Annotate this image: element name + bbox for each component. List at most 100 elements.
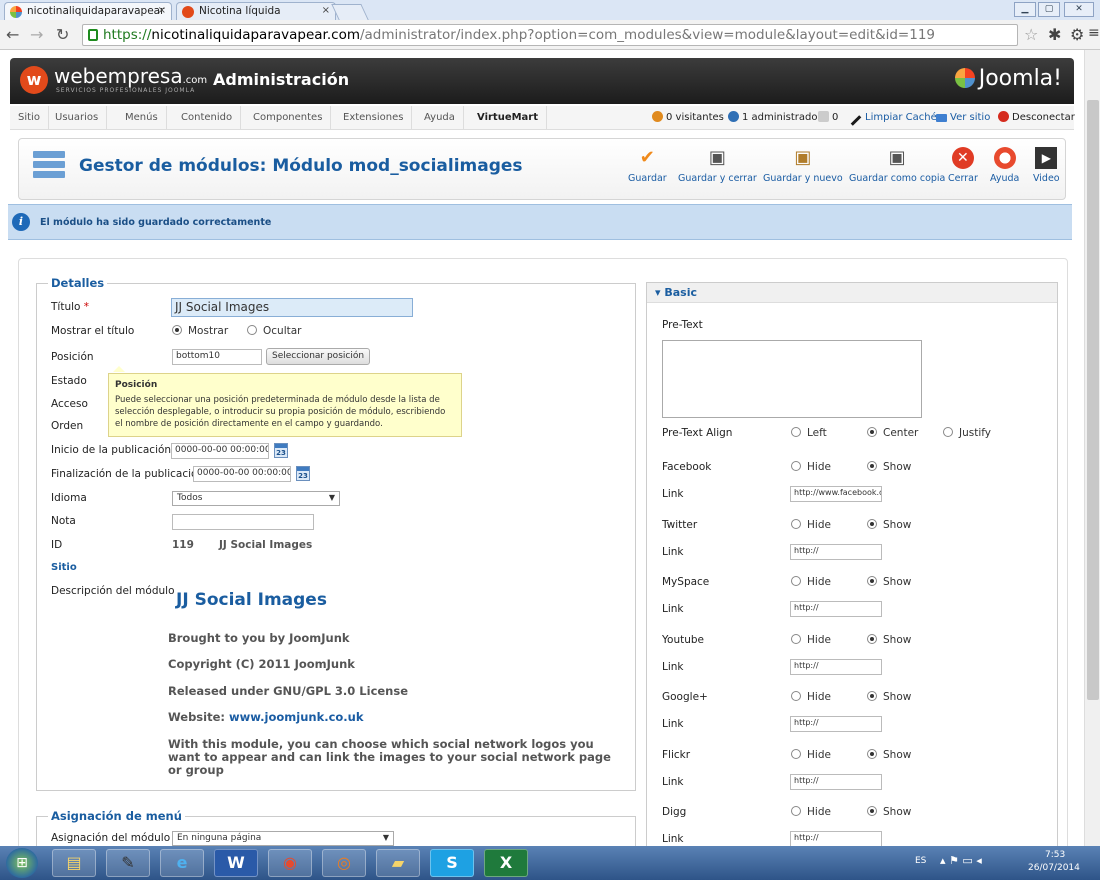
tray-icons[interactable]: ▴ ⚑ ▭ ◂ xyxy=(940,854,982,867)
menu-item-sitio[interactable]: Sitio xyxy=(10,106,49,130)
clock-time[interactable]: 7:53 xyxy=(1045,850,1065,860)
network-show-radio[interactable]: Show xyxy=(867,576,911,588)
calendar-icon[interactable]: 23 xyxy=(274,443,288,458)
hide-title-radio[interactable]: Ocultar xyxy=(247,325,301,337)
logout-link[interactable]: Desconectar xyxy=(998,106,1075,130)
start-button[interactable]: ⊞ xyxy=(6,848,38,878)
address-bar[interactable]: https://nicotinaliquidaparavapear.com/ad… xyxy=(82,24,1018,46)
network-show-radio[interactable]: Show xyxy=(867,461,911,473)
tab-close-icon[interactable]: × xyxy=(158,5,166,16)
video-button[interactable]: ▶ Video xyxy=(1033,147,1060,184)
title-input[interactable]: JJ Social Images xyxy=(171,298,413,317)
align-left-radio[interactable]: Left xyxy=(791,427,827,439)
url-scheme: https:// xyxy=(103,27,152,43)
skype-icon[interactable]: S xyxy=(430,849,474,877)
excel-icon[interactable]: X xyxy=(484,849,528,877)
extension-icon[interactable]: ✱ xyxy=(1048,25,1061,44)
language-select[interactable]: Todos xyxy=(172,491,340,506)
firefox-icon[interactable]: ◎ xyxy=(322,849,366,877)
align-center-radio[interactable]: Center xyxy=(867,427,918,439)
network-link-input[interactable]: http:// xyxy=(790,544,882,560)
note-input[interactable] xyxy=(172,514,314,530)
network-hide-radio[interactable]: Hide xyxy=(791,519,831,531)
network-show-radio[interactable]: Show xyxy=(867,749,911,761)
menu-item-componentes[interactable]: Componentes xyxy=(245,106,332,130)
close-window-button[interactable]: ✕ xyxy=(1064,2,1094,17)
minimize-button[interactable]: ▁ xyxy=(1014,2,1036,17)
menu-item-contenido[interactable]: Contenido xyxy=(173,106,242,130)
network-hide-radio[interactable]: Hide xyxy=(791,461,831,473)
forward-icon[interactable]: → xyxy=(30,25,43,44)
back-icon[interactable]: ← xyxy=(6,25,19,44)
network-link-input[interactable]: http:// xyxy=(790,601,882,617)
close-label: Cerrar xyxy=(948,173,978,184)
clear-cache-link[interactable]: Limpiar Caché xyxy=(850,106,937,130)
publish-up-label: Inicio de la publicación xyxy=(51,444,172,456)
show-title-radio[interactable]: Mostrar xyxy=(172,325,228,337)
save-copy-button[interactable]: ▣ Guardar como copia xyxy=(849,147,945,184)
network-show-radio[interactable]: Show xyxy=(867,806,911,818)
description-line: Copyright (C) 2011 JoomJunk xyxy=(168,657,355,671)
tab-close-icon[interactable]: × xyxy=(322,5,330,16)
network-link-input[interactable]: http:// xyxy=(790,716,882,732)
publish-up-input[interactable]: 0000-00-00 00:00:00 xyxy=(171,443,269,459)
explorer-icon[interactable]: ▤ xyxy=(52,849,96,877)
network-hide-radio[interactable]: Hide xyxy=(791,806,831,818)
word-icon[interactable]: W xyxy=(214,849,258,877)
network-link-input[interactable]: http:// xyxy=(790,774,882,790)
network-hide-radio[interactable]: Hide xyxy=(791,749,831,761)
chrome-icon[interactable]: ◉ xyxy=(268,849,312,877)
scrollbar-thumb[interactable] xyxy=(1087,100,1099,700)
windows-taskbar: ⊞ ▤ ✎ e W ◉ ◎ ▰ S X ES ▴ ⚑ ▭ ◂ 7:53 26/0… xyxy=(0,846,1100,880)
settings-icon[interactable]: ⚙ xyxy=(1070,25,1084,44)
pretext-textarea[interactable] xyxy=(662,340,922,418)
network-link-input[interactable]: http://www.facebook.c xyxy=(790,486,882,502)
menu-icon[interactable]: ≡ xyxy=(1088,25,1100,41)
new-tab-button[interactable] xyxy=(331,4,369,20)
menu-item-extensiones[interactable]: Extensiones xyxy=(335,106,413,130)
network-hide-radio[interactable]: Hide xyxy=(791,634,831,646)
save-new-button[interactable]: ▣ Guardar y nuevo xyxy=(763,147,843,184)
network-show-radio[interactable]: Show xyxy=(867,634,911,646)
gimp-icon[interactable]: ✎ xyxy=(106,849,150,877)
align-justify-radio[interactable]: Justify xyxy=(943,427,991,439)
help-button[interactable]: o Ayuda xyxy=(990,147,1019,184)
network-link-input[interactable]: http:// xyxy=(790,659,882,675)
network-hide-radio[interactable]: Hide xyxy=(791,576,831,588)
clock-date[interactable]: 26/07/2014 xyxy=(1028,863,1080,873)
module-assignment-select[interactable]: En ninguna página xyxy=(172,831,394,846)
network-link-input[interactable]: http:// xyxy=(790,831,882,847)
publish-down-input[interactable]: 0000-00-00 00:00:00 xyxy=(193,466,291,482)
tab-nicotina-liquida[interactable]: Nicotina líquida × xyxy=(176,2,336,20)
menu-item-menus[interactable]: Menús xyxy=(117,106,167,130)
menu-item-usuarios[interactable]: Usuarios xyxy=(47,106,108,130)
folder-icon[interactable]: ▰ xyxy=(376,849,420,877)
ie-icon[interactable]: e xyxy=(160,849,204,877)
admins-status: 1 administrador xyxy=(728,106,822,130)
save-button[interactable]: ✔ Guardar xyxy=(628,147,667,184)
access-label: Acceso xyxy=(51,398,88,410)
language-indicator[interactable]: ES xyxy=(915,856,926,866)
star-icon[interactable]: ☆ xyxy=(1024,25,1038,44)
hide-label: Hide xyxy=(807,576,831,588)
maximize-button[interactable]: ▢ xyxy=(1038,2,1060,17)
network-show-radio[interactable]: Show xyxy=(867,691,911,703)
position-input[interactable]: bottom10 xyxy=(172,349,262,365)
select-position-button[interactable]: Seleccionar posición xyxy=(266,348,371,365)
menu-item-ayuda[interactable]: Ayuda xyxy=(416,106,464,130)
messages-status[interactable]: 0 xyxy=(818,106,838,130)
close-button[interactable]: ✕ Cerrar xyxy=(948,147,978,184)
show-label: Show xyxy=(883,519,912,531)
basic-panel-header[interactable]: ▾ Basic xyxy=(647,283,1057,303)
page-scrollbar[interactable] xyxy=(1084,50,1100,846)
network-show-radio[interactable]: Show xyxy=(867,519,911,531)
radio-selected-icon xyxy=(867,427,877,437)
website-link[interactable]: www.joomjunk.co.uk xyxy=(229,710,364,724)
view-site-link[interactable]: Ver sitio xyxy=(936,106,990,130)
reload-icon[interactable]: ↻ xyxy=(56,25,69,44)
network-hide-radio[interactable]: Hide xyxy=(791,691,831,703)
save-close-button[interactable]: ▣ Guardar y cerrar xyxy=(678,147,757,184)
calendar-icon[interactable]: 23 xyxy=(296,466,310,481)
menu-item-virtuemart[interactable]: VirtueMart xyxy=(469,106,548,130)
tab-nicotinaliquidaparavapear[interactable]: nicotinaliquidaparavapear × xyxy=(4,2,172,20)
